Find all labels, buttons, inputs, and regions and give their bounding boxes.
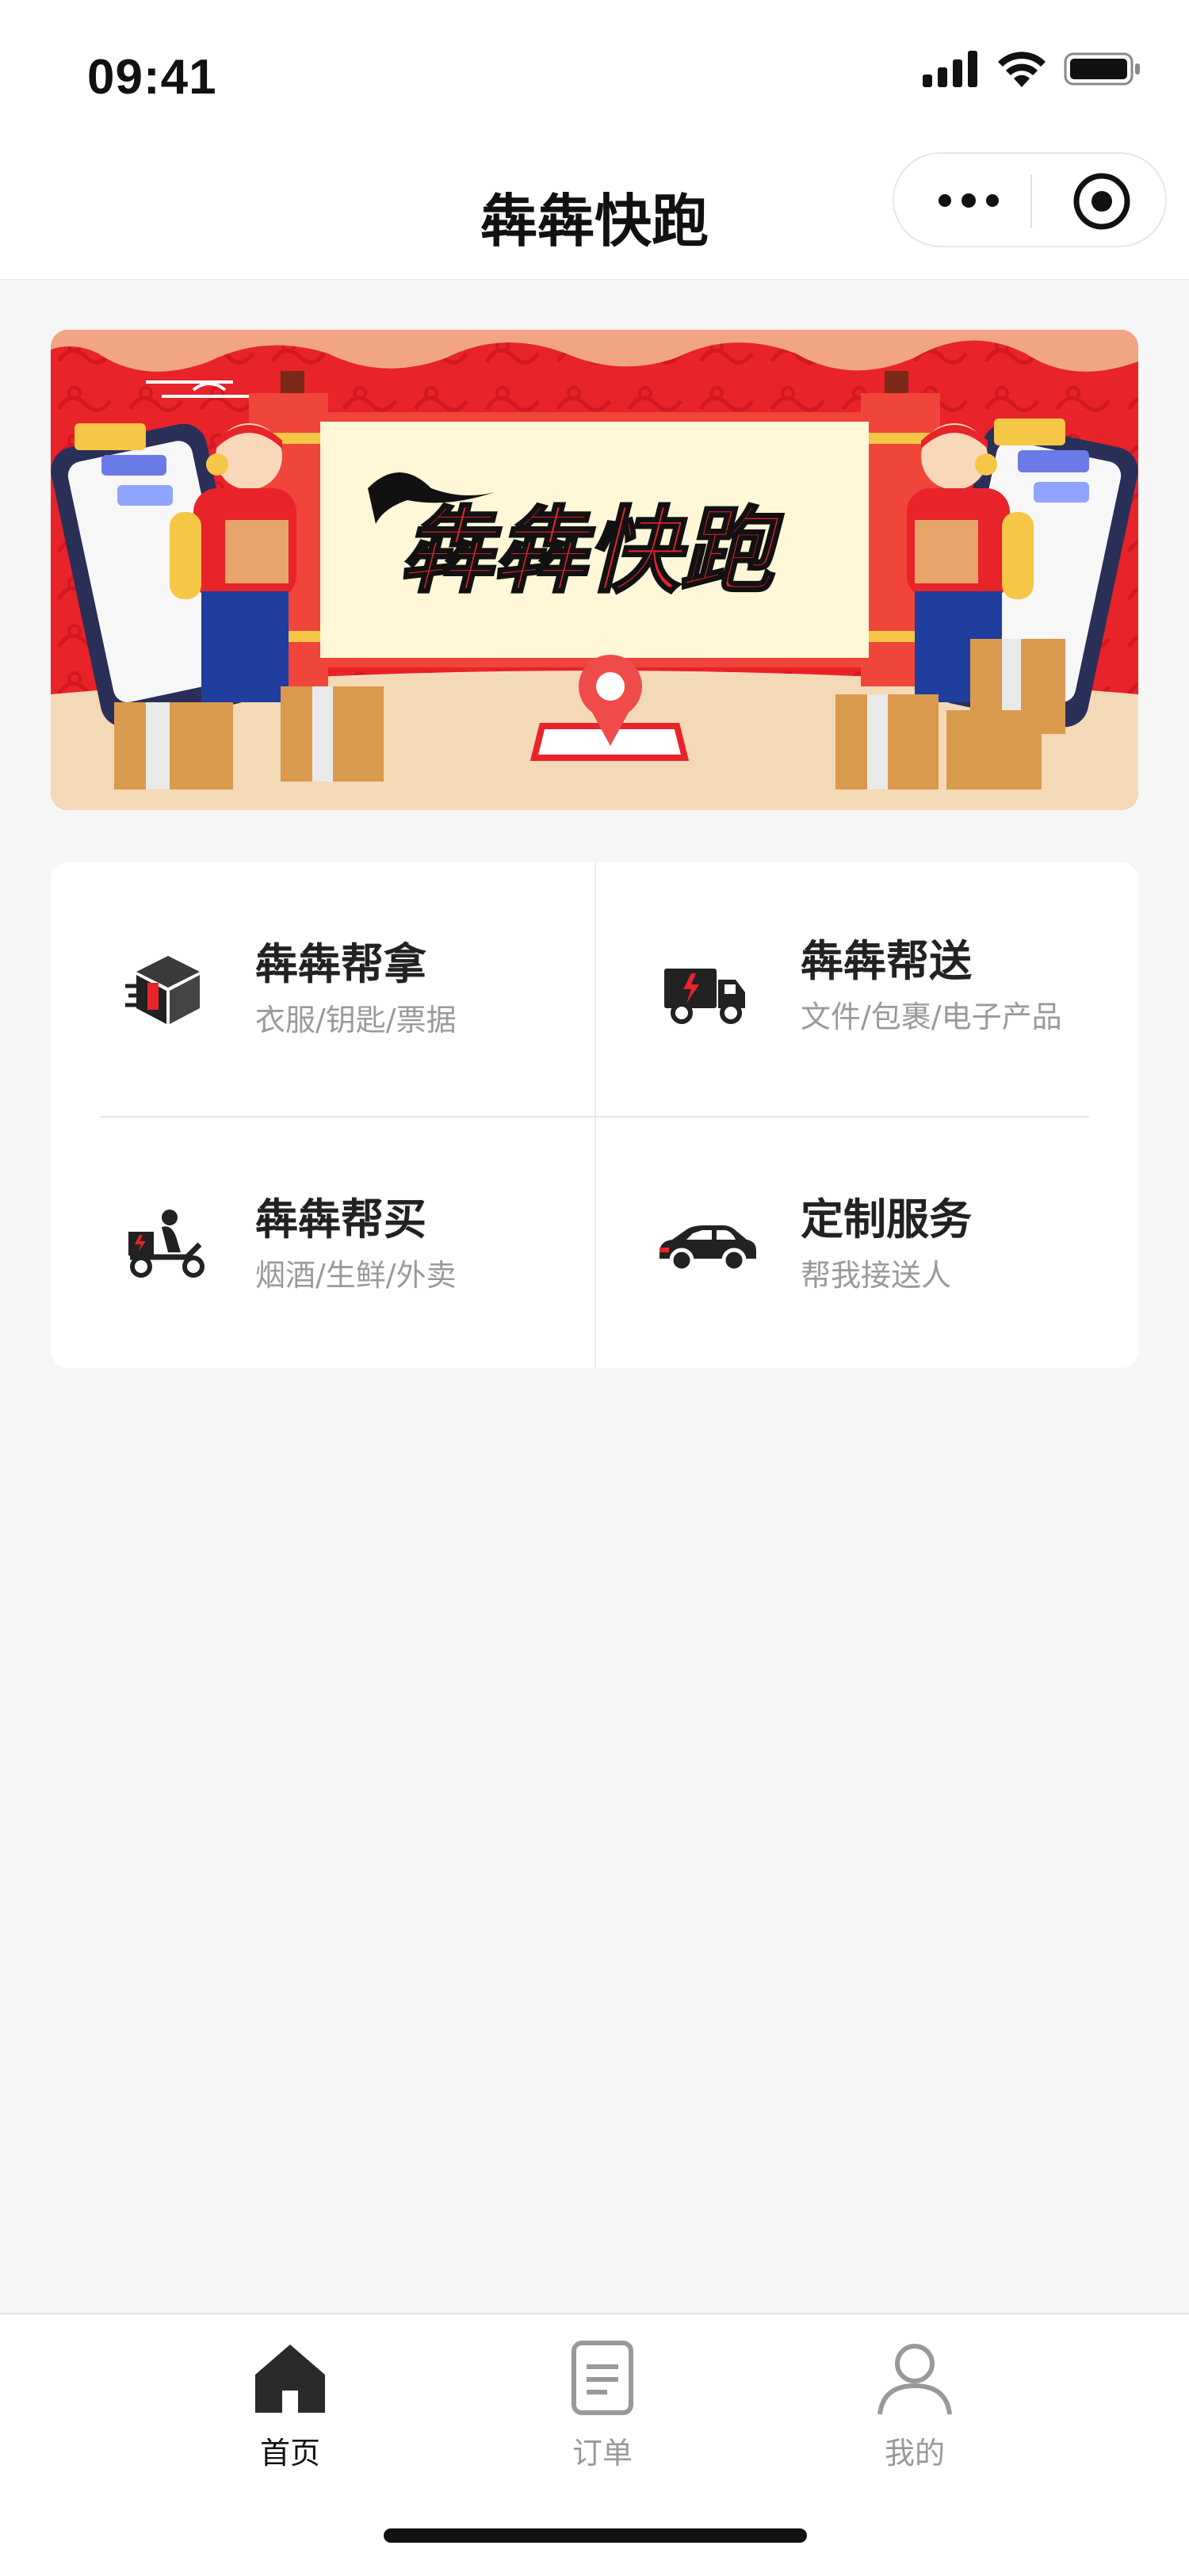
- service-title: 犇犇帮拿: [255, 939, 426, 989]
- status-bar: 09:41: [0, 0, 1189, 151]
- service-title: 犇犇帮买: [255, 1194, 426, 1244]
- service-custom[interactable]: 定制服务 帮我接送人: [596, 1118, 1140, 1370]
- delivery-truck-icon: [664, 969, 745, 1024]
- banner-illustration: 犇犇快跑: [51, 330, 1138, 810]
- tab-label: 订单: [572, 2436, 633, 2471]
- service-help-fetch[interactable]: 犇犇帮拿 衣服/钥匙/票据: [51, 862, 594, 1114]
- status-icons: [923, 51, 1141, 87]
- service-help-send[interactable]: 犇犇帮送 文件/包裹/电子产品: [596, 862, 1140, 1114]
- close-miniprogram-icon[interactable]: [1072, 171, 1132, 231]
- tab-label: 我的: [884, 2436, 945, 2471]
- tab-orders[interactable]: 订单: [523, 2338, 682, 2473]
- signal-icon: [923, 51, 977, 87]
- service-subtitle: 衣服/钥匙/票据: [255, 1003, 457, 1038]
- service-subtitle: 文件/包裹/电子产品: [801, 999, 1062, 1034]
- scooter-courier-icon: [128, 1210, 205, 1278]
- user-profile-icon: [877, 2344, 952, 2415]
- capsule-divider: [1030, 174, 1032, 228]
- service-grid: 犇犇帮拿 衣服/钥匙/票据 犇犇帮送 文件/包裹/电子产品 犇犇帮买 烟酒/生鲜…: [51, 862, 1138, 1368]
- promo-banner[interactable]: 犇犇快跑: [51, 330, 1138, 810]
- banner-logo-text: 犇犇快跑: [400, 496, 784, 606]
- home-indicator: [384, 2528, 807, 2543]
- home-icon: [255, 2345, 325, 2413]
- miniprogram-capsule: [893, 152, 1167, 247]
- package-box-icon: [125, 956, 200, 1024]
- wifi-icon: [998, 52, 1046, 87]
- tab-home[interactable]: 首页: [211, 2338, 369, 2473]
- car-icon: [659, 1225, 756, 1273]
- service-subtitle: 帮我接送人: [801, 1258, 952, 1293]
- service-title: 定制服务: [801, 1194, 972, 1244]
- service-subtitle: 烟酒/生鲜/外卖: [255, 1258, 457, 1293]
- tab-profile[interactable]: 我的: [835, 2338, 994, 2473]
- more-options-icon[interactable]: [937, 189, 1000, 212]
- battery-icon: [1064, 52, 1140, 86]
- navigation-bar: 犇犇快跑: [0, 151, 1189, 280]
- tab-label: 首页: [259, 2436, 320, 2471]
- service-title: 犇犇帮送: [801, 936, 972, 986]
- status-time: 09:41: [87, 50, 217, 105]
- order-document-icon: [572, 2341, 633, 2415]
- service-help-buy[interactable]: 犇犇帮买 烟酒/生鲜/外卖: [51, 1118, 594, 1370]
